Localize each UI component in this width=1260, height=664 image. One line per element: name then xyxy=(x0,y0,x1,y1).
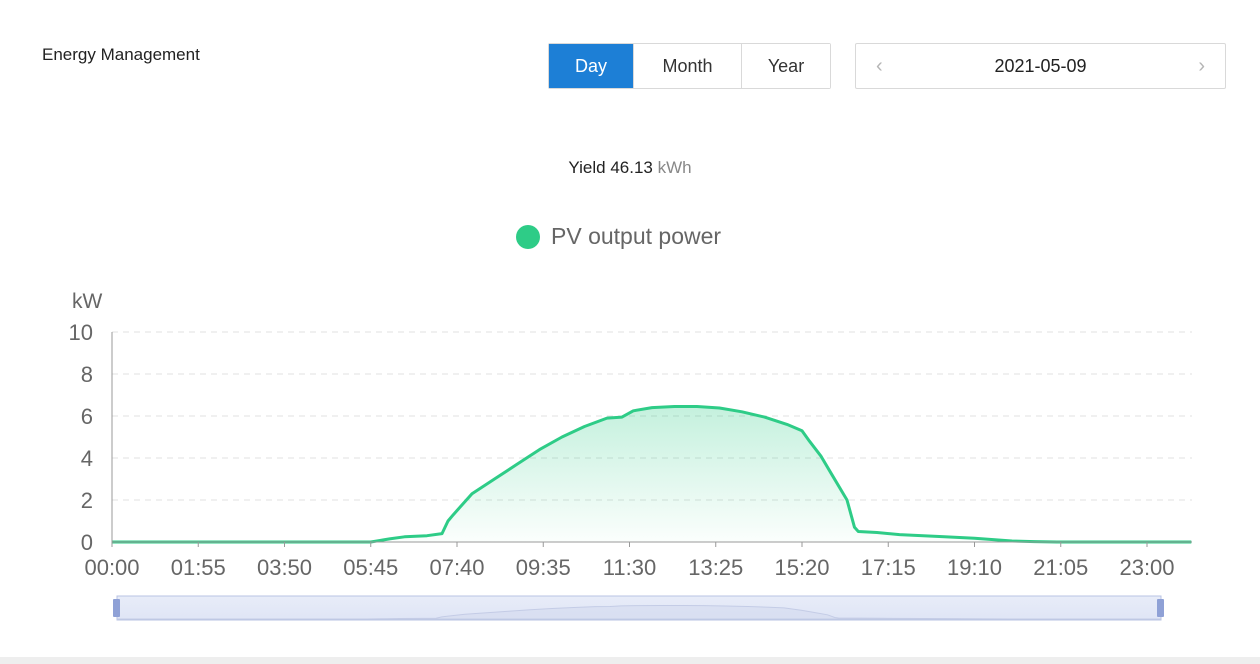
y-axis-unit-label: kW xyxy=(72,290,103,313)
zoom-handle-left[interactable] xyxy=(113,599,120,617)
x-tick-label: 21:05 xyxy=(1033,555,1088,580)
y-tick-label: 10 xyxy=(69,320,93,345)
x-tick-label: 19:10 xyxy=(947,555,1002,580)
pv-power-chart: PV output power kW 0 2 4 6 8 10 00:00 01:55 03:5… xyxy=(69,223,1192,621)
y-tick-label: 8 xyxy=(81,362,93,387)
x-tick-label: 07:40 xyxy=(429,555,484,580)
x-tick-label: 00:00 xyxy=(84,555,139,580)
x-tick-label: 23:00 xyxy=(1119,555,1174,580)
data-zoom-slider[interactable] xyxy=(113,595,1164,621)
x-tick-label: 09:35 xyxy=(516,555,571,580)
x-tick-label: 15:20 xyxy=(774,555,829,580)
area-layer xyxy=(112,405,1192,544)
x-tick-label: 13:25 xyxy=(688,555,743,580)
y-tick-label: 0 xyxy=(81,530,93,555)
y-tick-label: 2 xyxy=(81,488,93,513)
zoom-handle-right[interactable] xyxy=(1157,599,1164,617)
legend-marker xyxy=(516,225,540,249)
x-tick-label: 17:15 xyxy=(861,555,916,580)
y-tick-label: 4 xyxy=(81,446,93,471)
legend-label: PV output power xyxy=(551,223,721,249)
x-tick-label: 11:30 xyxy=(603,555,656,580)
bottom-bar xyxy=(0,657,1260,664)
series-area-fill xyxy=(112,406,1192,542)
chart-legend[interactable]: PV output power xyxy=(516,223,721,249)
x-tick-label: 01:55 xyxy=(171,555,226,580)
x-tick-label: 03:50 xyxy=(257,555,312,580)
y-tick-label: 6 xyxy=(81,404,93,429)
x-tick-label: 05:45 xyxy=(343,555,398,580)
